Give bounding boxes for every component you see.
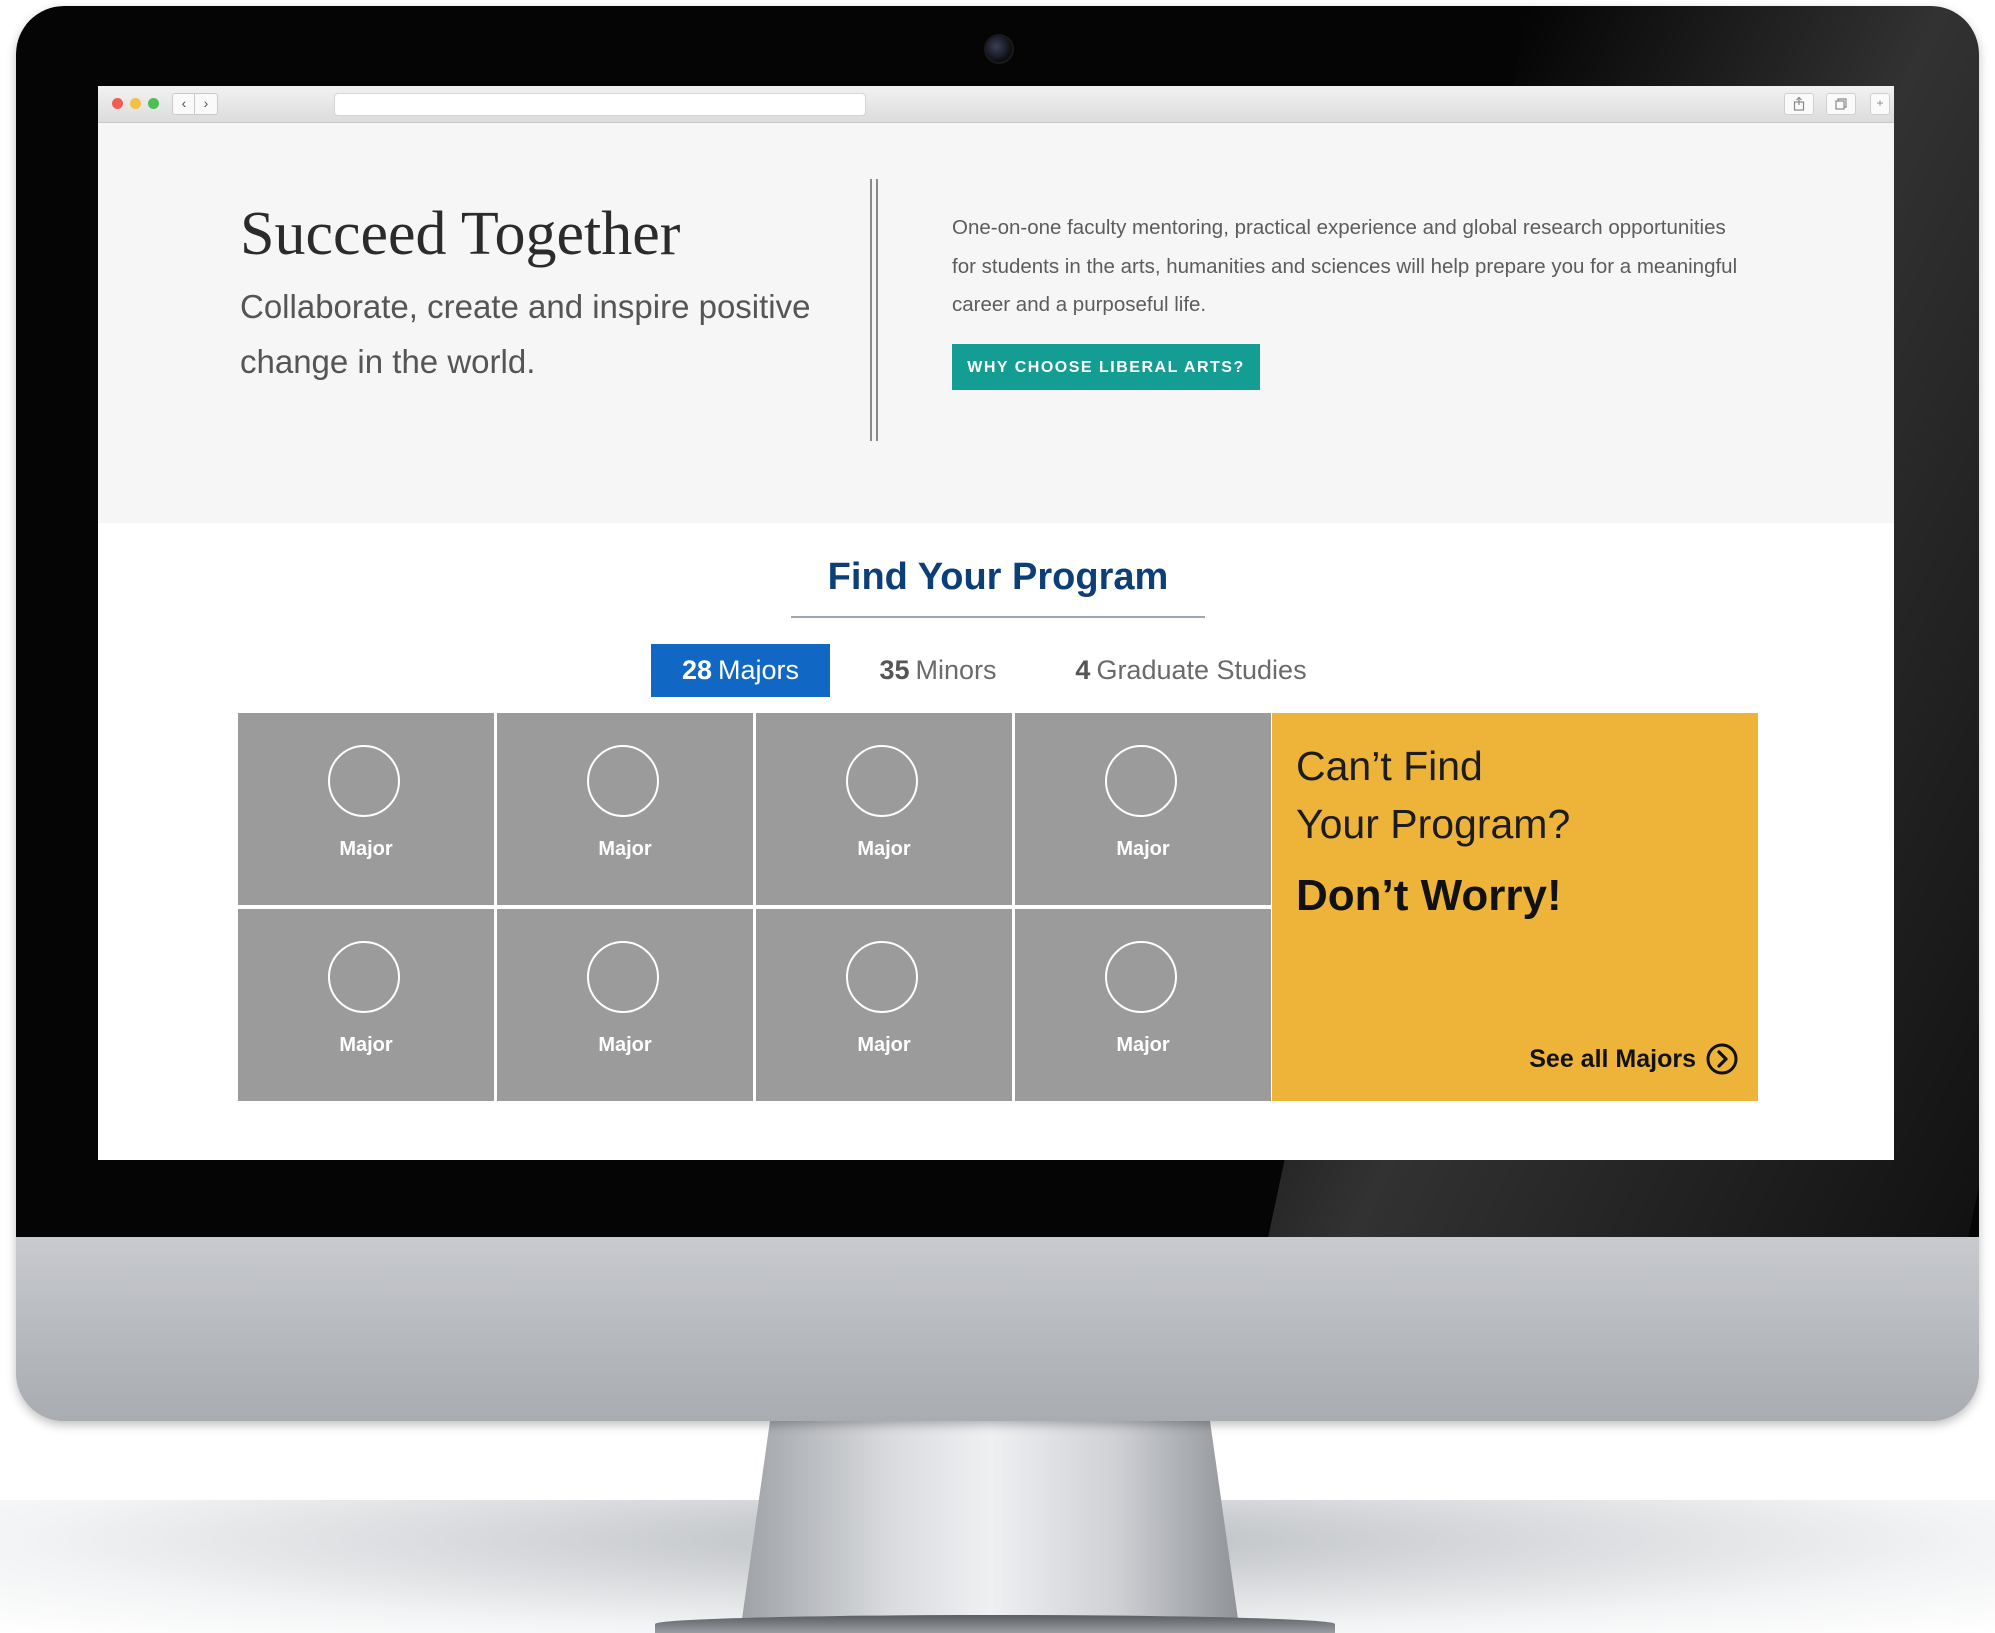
hero-section: Succeed Together Collaborate, create and… (98, 123, 1894, 523)
tab-graduate-studies[interactable]: 4 Graduate Studies (1051, 644, 1331, 697)
tab-majors-count: 28 (681, 655, 713, 685)
promo-strong-text: Don’t Worry! (1296, 871, 1562, 920)
major-tile[interactable]: Major (497, 713, 753, 905)
major-icon-placeholder (328, 941, 400, 1013)
monitor-stand (740, 1421, 1240, 1633)
major-icon-placeholder (587, 941, 659, 1013)
major-tile-label: Major (1116, 838, 1170, 860)
hero-title: Succeed Together (240, 200, 681, 268)
majors-grid: Major Major Major Major Major Major Majo… (238, 713, 1758, 1101)
tab-graduate-studies-label: Graduate Studies (1096, 655, 1307, 685)
monitor-chin (16, 1237, 1979, 1421)
major-tile[interactable]: Major (238, 909, 494, 1101)
minimize-window-button[interactable] (130, 98, 141, 109)
camera-icon (984, 34, 1014, 64)
major-tile-label: Major (857, 838, 911, 860)
hero-description: One-on-one faculty mentoring, practical … (952, 216, 1738, 316)
hero-divider (870, 179, 878, 441)
cant-find-program-promo: Can’t Find Your Program? Don’t Worry! Se… (1272, 713, 1758, 1101)
promo-heading-line1: Can’t Find (1296, 743, 1483, 789)
back-button[interactable]: ‹ (172, 93, 196, 115)
share-button[interactable] (1784, 93, 1814, 115)
major-icon-placeholder (328, 745, 400, 817)
why-choose-liberal-arts-button[interactable]: WHY CHOOSE LIBERAL ARTS? (952, 344, 1260, 390)
tabs-icon (1835, 98, 1847, 110)
tab-graduate-studies-count: 4 (1075, 655, 1091, 685)
major-tile[interactable]: Major (1015, 909, 1271, 1101)
share-icon (1793, 96, 1805, 111)
major-tile[interactable]: Major (497, 909, 753, 1101)
major-tile-label: Major (339, 838, 393, 860)
major-tile[interactable]: Major (1015, 713, 1271, 905)
chevron-right-icon: › (203, 95, 209, 111)
major-tile[interactable]: Major (238, 713, 494, 905)
maximize-window-button[interactable] (148, 98, 159, 109)
address-bar[interactable] (334, 93, 866, 116)
close-window-button[interactable] (112, 98, 123, 109)
tabs-button[interactable] (1826, 93, 1856, 115)
plus-icon: + (1876, 96, 1884, 110)
major-tile-label: Major (339, 1034, 393, 1056)
promo-heading-line2: Your Program? (1296, 801, 1571, 847)
see-all-majors-link[interactable]: See all Majors (1529, 1043, 1738, 1075)
tab-minors[interactable]: 35 Minors (868, 644, 1008, 697)
major-icon-placeholder (846, 941, 918, 1013)
see-all-majors-label: See all Majors (1529, 1044, 1696, 1073)
tab-majors-label: Majors (718, 655, 800, 685)
forward-button[interactable]: › (194, 93, 218, 115)
browser-toolbar: ‹ › + (98, 86, 1894, 123)
programs-heading: Find Your Program (827, 556, 1169, 598)
programs-heading-underline (791, 616, 1205, 618)
major-tile[interactable]: Major (756, 909, 1012, 1101)
major-tile[interactable]: Major (756, 713, 1012, 905)
hero-subtitle: Collaborate, create and inspire positive… (240, 288, 811, 380)
tab-minors-count: 35 (879, 655, 910, 685)
major-tile-label: Major (857, 1034, 911, 1056)
major-tile-label: Major (598, 1034, 652, 1056)
tab-majors[interactable]: 28 Majors (651, 644, 830, 697)
major-tile-label: Major (1116, 1034, 1170, 1056)
screen: ‹ › + Succeed Together Collaborate, crea… (98, 86, 1894, 1160)
major-tile-label: Major (598, 838, 652, 860)
monitor-stand-base (655, 1615, 1335, 1633)
chevron-right-circle-icon (1706, 1043, 1738, 1075)
major-icon-placeholder (846, 745, 918, 817)
major-icon-placeholder (1105, 941, 1177, 1013)
chevron-left-icon: ‹ (181, 95, 187, 111)
tab-minors-label: Minors (915, 655, 997, 685)
new-tab-button[interactable]: + (1870, 93, 1890, 115)
major-icon-placeholder (1105, 745, 1177, 817)
major-icon-placeholder (587, 745, 659, 817)
